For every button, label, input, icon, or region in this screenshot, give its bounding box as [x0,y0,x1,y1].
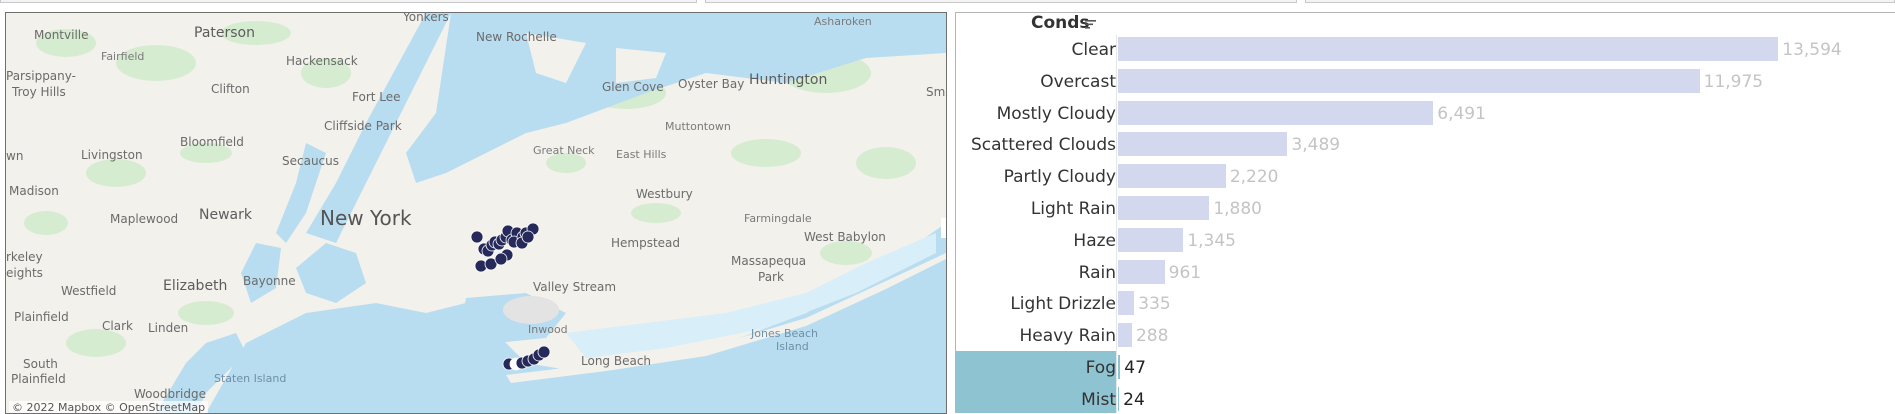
bar-row[interactable]: Rain 961 [956,256,1895,288]
bar-category-label[interactable]: Haze [1073,231,1116,251]
bar-value-label: 24 [1123,389,1145,410]
bar-category-label[interactable]: Scattered Clouds [971,135,1116,155]
map-attribution[interactable]: © 2022 Mapbox © OpenStreetMap [9,401,209,413]
bar-row[interactable]: Partly Cloudy 2,220 [956,160,1895,192]
bar-category-label[interactable]: Heavy Rain [1019,326,1116,346]
bar-mark[interactable] [1118,132,1288,157]
bar-mark[interactable] [1118,164,1226,189]
pane-tab[interactable] [1305,0,1895,3]
bar-mark[interactable] [1118,259,1165,284]
bar-row[interactable]: Overcast 11,975 [956,65,1895,97]
bar-row[interactable]: Fog 47 [956,351,1895,383]
bar-mark[interactable] [1118,355,1121,379]
map-data-marker[interactable] [470,230,484,244]
bar-value-label: 288 [1135,326,1169,347]
bar-mark[interactable] [1118,386,1120,411]
bar-row[interactable]: Light Drizzle 335 [956,287,1895,319]
bar-category-label[interactable]: Overcast [1040,72,1116,92]
bar-mark[interactable] [1118,100,1434,125]
bar-row[interactable]: Haze 1,345 [956,224,1895,256]
bar-row[interactable]: Mist 24 [956,382,1895,413]
bar-mark[interactable] [1118,37,1779,61]
map-marker-layer[interactable] [6,13,946,413]
bar-value-label: 11,975 [1703,71,1764,92]
bar-value-label: 6,491 [1437,103,1486,124]
pane-tabs-strip [0,0,1895,4]
bar-value-label: 961 [1168,262,1202,283]
bar-value-label: 3,489 [1291,135,1341,156]
bar-value-label: 335 [1138,294,1171,315]
bar-category-label[interactable]: Mostly Cloudy [997,104,1116,124]
map-data-marker[interactable] [537,345,551,359]
bar-category-label[interactable]: Rain [1079,263,1116,283]
bar-category-label[interactable]: Light Drizzle [1010,294,1116,314]
bar-row[interactable]: Mostly Cloudy 6,491 [956,97,1895,129]
bar-mark[interactable] [1118,227,1184,252]
map-data-marker[interactable] [494,252,508,266]
bar-value-label: 47 [1124,358,1146,378]
bar-category-label[interactable]: Fog [1086,358,1116,378]
bar-value-label: 2,220 [1229,167,1279,188]
pane-tab[interactable] [705,0,1297,3]
bar-category-label[interactable]: Clear [1072,40,1116,60]
bar-value-label: 1,880 [1213,199,1262,219]
bar-category-label[interactable]: Light Rain [1031,199,1116,219]
bar-value-label: 13,594 [1782,40,1842,60]
bar-mark[interactable] [1118,68,1700,93]
bar-category-label[interactable]: Mist [1081,390,1116,410]
bar-row[interactable]: Light Rain 1,880 [956,192,1895,224]
bar-row[interactable]: Heavy Rain 288 [956,319,1895,351]
field-header-conds[interactable]: Conds [1031,13,1090,33]
map-view[interactable]: Yonkers Asharoken Montville Paterson New… [5,12,947,414]
bar-mark[interactable] [1118,196,1210,220]
bar-mark[interactable] [1118,323,1132,348]
bar-value-label: 1,345 [1187,230,1236,251]
pane-tab[interactable] [0,0,697,3]
map-data-marker[interactable] [521,230,535,244]
bar-row[interactable]: Scattered Clouds 3,489 [956,128,1895,160]
bar-row[interactable]: Clear 13,594 [956,33,1895,65]
bar-category-label[interactable]: Partly Cloudy [1004,167,1116,187]
bar-mark[interactable] [1118,291,1135,316]
conds-bar-chart[interactable]: Conds Clear 13,594 Overcast 11,975 Mostly Cl… [955,12,1895,413]
sort-descending-icon[interactable] [1084,16,1098,30]
